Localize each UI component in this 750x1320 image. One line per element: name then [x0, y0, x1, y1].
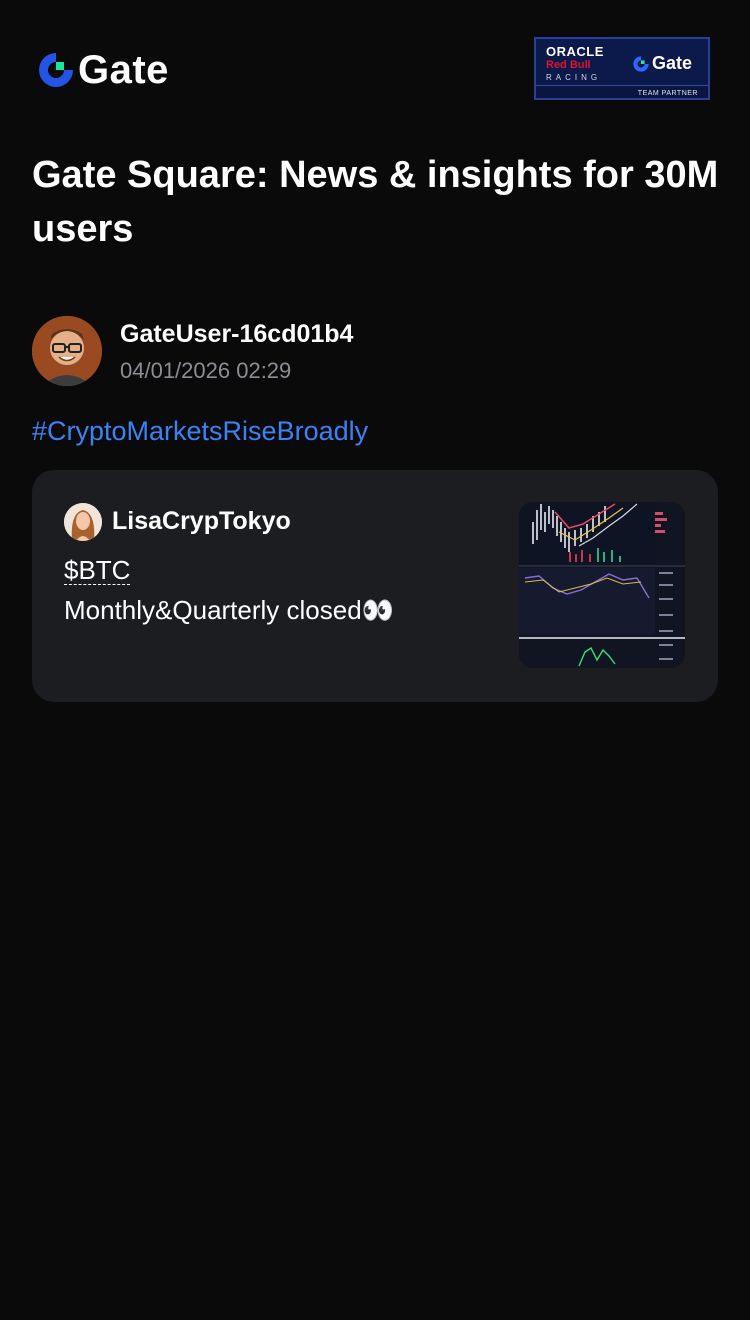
partner-oracle-text: ORACLE — [546, 44, 604, 59]
gate-logo-icon — [39, 53, 73, 87]
post-author[interactable]: GateUser-16cd01b4 04/01/2026 02:29 — [32, 316, 722, 388]
gate-logo[interactable]: Gate — [36, 50, 169, 90]
gate-logo-icon — [633, 55, 649, 72]
partner-gate-logo: Gate — [632, 53, 692, 74]
header: Gate ORACLE Red Bull RACING Gate TEAM PA… — [0, 0, 750, 140]
chart-thumbnail[interactable] — [519, 502, 685, 668]
quote-avatar-image — [64, 503, 102, 541]
quote-author-name[interactable]: LisaCrypTokyo — [112, 507, 291, 536]
avatar[interactable] — [32, 316, 102, 386]
quote-text: Monthly&Quarterly closed👀 — [64, 595, 395, 625]
team-partner-badge: ORACLE Red Bull RACING Gate TEAM PARTNER — [534, 37, 710, 100]
hashtag-link[interactable]: #CryptoMarketsRiseBroadly — [32, 416, 368, 447]
partner-racing-text: RACING — [546, 73, 602, 82]
quote-author-avatar[interactable] — [64, 503, 102, 541]
chart-thumbnail-image — [519, 502, 685, 668]
post-timestamp: 04/01/2026 02:29 — [120, 358, 292, 383]
partner-gate-text: Gate — [652, 53, 693, 73]
author-name[interactable]: GateUser-16cd01b4 — [120, 320, 353, 349]
quoted-post-card[interactable]: LisaCrypTokyo $BTC Monthly&Quarterly clo… — [32, 470, 718, 702]
partner-redbull-text: Red Bull — [546, 59, 591, 71]
page-title: Gate Square: News & insights for 30M use… — [32, 154, 719, 250]
ticker-link[interactable]: $BTC — [64, 555, 130, 586]
avatar-image — [32, 316, 102, 386]
brand-name: Gate — [78, 48, 169, 92]
team-partner-label: TEAM PARTNER — [637, 90, 698, 97]
